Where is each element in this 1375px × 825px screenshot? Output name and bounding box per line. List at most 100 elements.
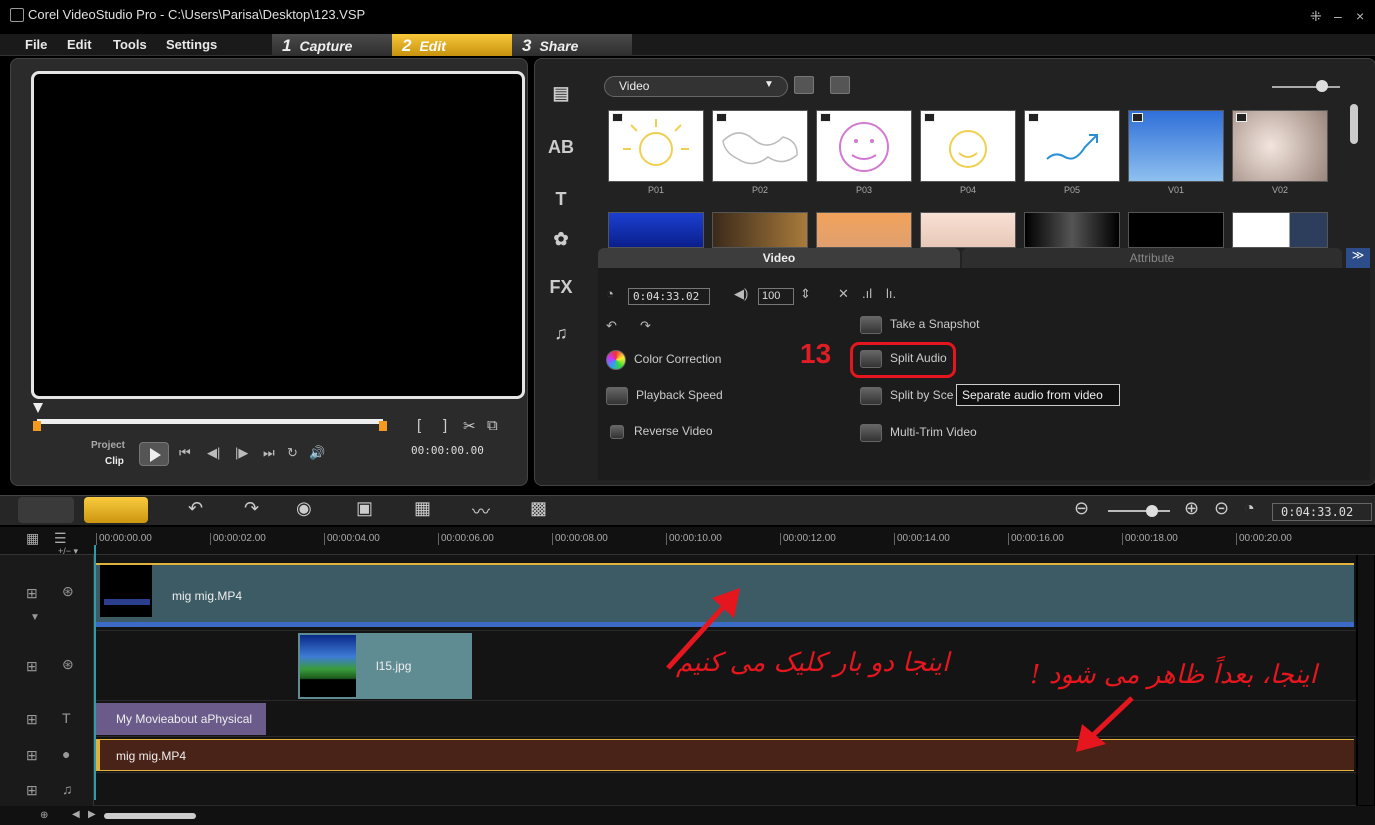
graphic-icon[interactable]: ✿ (544, 224, 578, 254)
zoom-in-icon[interactable]: ⊕ (1184, 498, 1199, 519)
thumbnail-row2-4[interactable] (920, 212, 1016, 248)
timeline-view-button[interactable] (84, 497, 148, 523)
trim-end-marker[interactable] (379, 421, 387, 431)
previous-frame-icon[interactable]: ◀| (207, 445, 220, 461)
zoom-out-icon[interactable]: ⊖ (1074, 498, 1089, 519)
trim-start-marker[interactable] (33, 421, 41, 431)
cut-icon[interactable]: ✂ (463, 417, 476, 435)
add-track-icon[interactable]: ⊕ (40, 810, 48, 821)
timeline-zoom-knob[interactable] (1146, 505, 1158, 517)
thumbnail-row2-7[interactable] (1232, 212, 1328, 248)
volume-stepper-icon[interactable]: ⇕ (800, 286, 811, 302)
playhead[interactable] (94, 545, 96, 800)
mode-clip[interactable]: Clip (105, 456, 124, 467)
thumbnail-row2-1[interactable] (608, 212, 704, 248)
title-icon[interactable]: T (544, 184, 578, 214)
chevron-down-icon[interactable]: ▼ (30, 612, 40, 623)
thumbnail-row2-5[interactable] (1024, 212, 1120, 248)
fade-out-icon[interactable]: lı. (886, 286, 896, 301)
undo-icon[interactable]: ↶ (188, 498, 203, 519)
menu-settings[interactable]: Settings (166, 37, 217, 52)
color-correction-button[interactable]: Color Correction (606, 350, 721, 372)
import-media-icon[interactable] (794, 76, 814, 94)
title-clip[interactable]: My Movieabout aPhysical (96, 703, 266, 735)
mark-out-icon[interactable]: ] (443, 417, 447, 434)
transition-icon[interactable]: AB (544, 132, 578, 162)
storyboard-view-button[interactable] (18, 497, 74, 523)
track-enable-icon[interactable]: ⊞ (26, 658, 38, 675)
sort-icon[interactable] (830, 76, 850, 94)
scrubber-handle[interactable] (33, 403, 43, 413)
play-button[interactable] (139, 442, 169, 466)
menu-file[interactable]: File (25, 37, 47, 52)
preview-screen[interactable] (31, 71, 525, 399)
home-icon[interactable]: ⏮ (179, 445, 191, 461)
volume-icon[interactable]: 🔊 (309, 445, 325, 461)
settings-icon[interactable]: ⁜ (1310, 8, 1322, 25)
rotate-right-icon[interactable]: ↷ (640, 318, 651, 334)
timeline-zoom-slider[interactable] (1108, 510, 1170, 512)
voice-clip-start-handle[interactable] (96, 739, 100, 771)
multi-trim-button[interactable]: Multi-Trim Video (860, 424, 977, 446)
rotate-left-icon[interactable]: ↶ (606, 318, 617, 334)
menu-tools[interactable]: Tools (113, 37, 147, 52)
arrow-sketch-icon (1046, 134, 1098, 160)
close-icon[interactable]: × (1356, 8, 1364, 24)
timeline-horizontal-scrollbar[interactable] (104, 813, 196, 819)
record-capture-icon[interactable]: ◉ (296, 498, 312, 519)
thumbnail-row2-6[interactable] (1128, 212, 1224, 248)
scrubber-track[interactable] (37, 419, 383, 424)
voice-clip[interactable]: mig mig.MP4 (96, 739, 1354, 771)
track-enable-icon[interactable]: ⊞ (26, 585, 38, 602)
tab-edit[interactable]: 2 Edit (392, 34, 512, 56)
library-category-dropdown[interactable]: Video (604, 76, 788, 97)
preview-timecode[interactable]: 00:00:00.00 (411, 444, 507, 462)
minimize-icon[interactable]: – (1334, 8, 1342, 24)
audio-icon[interactable]: ♫ (544, 318, 578, 348)
thumbnail-row2-2[interactable] (712, 212, 808, 248)
music-track[interactable] (0, 773, 1356, 806)
mark-in-icon[interactable]: [ (417, 417, 421, 434)
mixer-icon[interactable]: ▣ (356, 498, 373, 519)
scroll-left-icon[interactable]: ◀ (72, 809, 80, 820)
audio-wave-icon[interactable]: 〰 (472, 498, 490, 524)
mode-project[interactable]: Project (91, 440, 125, 451)
redo-icon[interactable]: ↷ (244, 498, 259, 519)
track-enable-icon[interactable]: ⊞ (26, 747, 38, 764)
auto-music-icon[interactable]: ▦ (414, 498, 431, 519)
next-frame-icon[interactable]: |▶ (235, 445, 248, 461)
enlarge-icon[interactable]: ⧉ (487, 417, 498, 434)
split-by-scene-button[interactable]: Split by Sce (860, 387, 953, 409)
library-scrollbar[interactable] (1350, 104, 1358, 144)
thumbnail-row2-3[interactable] (816, 212, 912, 248)
tab-attribute[interactable]: Attribute (962, 248, 1342, 268)
end-icon[interactable]: ⏭ (263, 445, 275, 461)
mute-icon[interactable]: ✕ (838, 286, 849, 302)
timeline-vertical-scrollbar[interactable] (1358, 555, 1374, 805)
fit-project-icon[interactable]: ⊝ (1214, 498, 1229, 519)
scroll-right-icon[interactable]: ▶ (88, 809, 96, 820)
track-enable-icon[interactable]: ⊞ (26, 782, 38, 799)
thumbnail-zoom-knob[interactable] (1316, 80, 1328, 92)
chapter-icon[interactable]: ▩ (530, 498, 547, 519)
tab-video-options[interactable]: Video (598, 248, 960, 268)
clip-volume-field[interactable]: 100 (758, 288, 794, 305)
film-icon (612, 113, 623, 122)
expand-options-icon[interactable]: ≫ (1346, 248, 1370, 268)
track-manager-icon[interactable]: ▦ (26, 530, 39, 547)
fade-in-icon[interactable]: .ıl (862, 286, 872, 301)
playback-speed-button[interactable]: Playback Speed (606, 387, 723, 409)
media-icon[interactable]: ▤ (544, 78, 578, 108)
repeat-icon[interactable]: ↻ (287, 445, 298, 461)
reverse-video-checkbox[interactable]: Reverse Video (606, 424, 713, 446)
track-enable-icon[interactable]: ⊞ (26, 711, 38, 728)
clip-duration-field[interactable]: 0:04:33.02 (628, 288, 710, 305)
tab-capture[interactable]: 1 Capture (272, 34, 392, 56)
filter-icon[interactable]: FX (544, 272, 578, 302)
track-list-icon[interactable]: ☰ (54, 530, 67, 547)
chevron-down-icon[interactable]: ▼ (764, 79, 774, 90)
take-snapshot-button[interactable]: Take a Snapshot (860, 316, 979, 338)
menu-edit[interactable]: Edit (67, 37, 92, 52)
tab-share[interactable]: 3 Share (512, 34, 632, 56)
thumbnail-zoom-slider[interactable] (1272, 86, 1340, 88)
